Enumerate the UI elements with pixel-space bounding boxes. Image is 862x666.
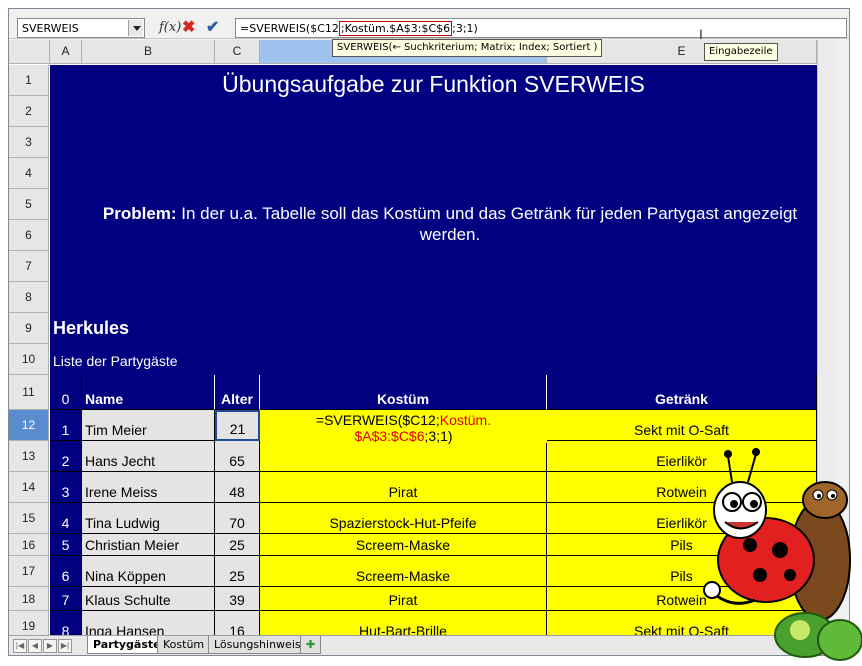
ladybug-mascot-icon xyxy=(703,448,862,661)
guest-costume-cell[interactable]: Screem-Maske xyxy=(260,556,547,587)
row-header[interactable]: 15 xyxy=(9,503,49,534)
row-header[interactable]: 5 xyxy=(9,189,49,220)
guest-name-cell[interactable]: Irene Meiss xyxy=(82,472,215,503)
edit-formula-part1: =SVERWEIS($C12; xyxy=(315,412,440,428)
guest-index-cell[interactable]: 8 xyxy=(50,611,82,635)
header-costume[interactable]: Kostüm xyxy=(260,375,547,410)
cell-editor[interactable]: =SVERWEIS($C12;Kostüm. $A$3:$C$6;3;1) xyxy=(260,410,547,444)
guest-costume-cell[interactable]: Pirat xyxy=(260,472,547,503)
problem-text: In der u.a. Tabelle soll das Kostüm und … xyxy=(176,204,798,244)
first-sheet-icon[interactable]: |◀ xyxy=(13,639,27,653)
prev-sheet-icon[interactable]: ◀ xyxy=(28,639,42,653)
row-header[interactable]: 13 xyxy=(9,441,49,472)
tab-kostuem[interactable]: Kostüm xyxy=(157,636,211,654)
guest-age-cell[interactable]: 48 xyxy=(215,472,260,503)
formula-text-prefix: =SVERWEIS($C12 xyxy=(240,22,339,35)
page-title: Übungsaufgabe zur Funktion SVERWEIS xyxy=(222,71,645,97)
guest-name-cell[interactable]: Nina Köppen xyxy=(82,556,215,587)
accept-icon[interactable]: ✔ xyxy=(206,20,219,36)
guest-costume-cell[interactable] xyxy=(260,441,547,472)
guest-age-cell[interactable]: 25 xyxy=(215,556,260,587)
row-header[interactable]: 6 xyxy=(9,220,49,251)
formula-range-highlight: ;Kostüm.$A$3:$C$6 xyxy=(338,21,453,36)
name-box-value: SVERWEIS xyxy=(22,22,79,35)
edit-formula-part2: Kostüm. xyxy=(439,412,492,428)
header-name[interactable]: Name xyxy=(82,375,215,410)
select-all-corner[interactable] xyxy=(9,40,50,64)
row-header-selected[interactable]: 12 xyxy=(9,410,49,441)
function-tooltip: SVERWEIS(← Suchkriterium; Matrix; Index;… xyxy=(332,39,603,57)
problem-label: Problem: xyxy=(102,204,177,223)
problem-statement: Problem: In der u.a. Tabelle soll das Ko… xyxy=(90,203,810,245)
header-index[interactable]: 0 xyxy=(50,375,82,410)
row-header[interactable]: 9 xyxy=(9,313,49,344)
name-box[interactable]: SVERWEIS xyxy=(17,18,145,38)
row-header[interactable]: 17 xyxy=(9,556,49,587)
guest-name-cell[interactable]: Inga Hansen xyxy=(82,611,215,635)
guest-age-cell[interactable]: 70 xyxy=(215,503,260,534)
edit-formula-part3: $A$3:$C$6 xyxy=(354,428,425,444)
formula-input[interactable]: =SVERWEIS($C12 ;Kostüm.$A$3:$C$6 ;3;1) xyxy=(235,18,847,38)
header-age[interactable]: Alter xyxy=(215,375,260,410)
column-header-b[interactable]: B xyxy=(82,40,215,64)
edit-formula-part4: ;3;1) xyxy=(424,428,453,444)
guest-name-cell[interactable]: Tina Ludwig xyxy=(82,503,215,534)
input-line-tooltip: Eingabezeile xyxy=(704,43,778,61)
guest-age-cell[interactable]: 25 xyxy=(215,534,260,556)
formula-text-suffix: ;3;1) xyxy=(452,22,478,35)
guest-drink-cell[interactable]: Sekt mit O-Saft xyxy=(547,410,817,441)
guest-index-cell[interactable]: 7 xyxy=(50,587,82,611)
section-subheading: Liste der Partygäste xyxy=(53,353,178,369)
row-header[interactable]: 11 xyxy=(9,375,49,410)
row-header[interactable]: 8 xyxy=(9,282,49,313)
guest-index-cell[interactable]: 3 xyxy=(50,472,82,503)
guest-age-cell[interactable]: 65 xyxy=(215,441,260,472)
row-header[interactable]: 1 xyxy=(9,65,49,96)
guest-age-cell[interactable]: 39 xyxy=(215,587,260,611)
function-wizard-icon[interactable]: f(x) xyxy=(159,20,181,36)
section-heading: Herkules xyxy=(53,318,130,338)
guest-index-cell[interactable]: 6 xyxy=(50,556,82,587)
guest-costume-cell[interactable]: Spazierstock-Hut-Pfeife xyxy=(260,503,547,534)
guest-index-cell[interactable]: 1 xyxy=(50,410,82,441)
header-drink[interactable]: Getränk xyxy=(547,375,817,410)
guest-age-cell[interactable]: 21 xyxy=(215,410,260,441)
column-header-a[interactable]: A xyxy=(50,40,82,64)
guest-index-cell[interactable]: 2 xyxy=(50,441,82,472)
guest-costume-cell[interactable]: Hut-Bart-Brille xyxy=(260,611,547,635)
guest-costume-cell[interactable]: Screem-Maske xyxy=(260,534,547,556)
guest-age-cell[interactable]: 16 xyxy=(215,611,260,635)
guest-name-cell[interactable]: Hans Jecht xyxy=(82,441,215,472)
chevron-down-icon[interactable] xyxy=(128,20,143,36)
tab-partygaeste[interactable]: Partygäste xyxy=(87,636,167,654)
last-sheet-icon[interactable]: ▶| xyxy=(58,639,72,653)
formula-bar: SVERWEIS f(x) ✖ ✔ =SVERWEIS($C12 ;Kostüm.… xyxy=(9,9,849,42)
next-sheet-icon[interactable]: ▶ xyxy=(43,639,57,653)
guest-name-cell[interactable]: Klaus Schulte xyxy=(82,587,215,611)
row-header[interactable]: 4 xyxy=(9,158,49,189)
guest-index-cell[interactable]: 5 xyxy=(50,534,82,556)
cancel-icon[interactable]: ✖ xyxy=(182,20,195,36)
tab-loesungshinweis[interactable]: Lösungshinweis xyxy=(208,636,307,654)
title-block: Übungsaufgabe zur Funktion SVERWEIS Prob… xyxy=(50,65,817,410)
column-header-c[interactable]: C xyxy=(215,40,260,64)
row-header[interactable]: 16 xyxy=(9,534,49,556)
row-header[interactable]: 19 xyxy=(9,611,49,635)
row-header[interactable]: 10 xyxy=(9,344,49,375)
row-header[interactable]: 18 xyxy=(9,587,49,611)
guest-index-cell[interactable]: 4 xyxy=(50,503,82,534)
guest-name-cell[interactable]: Tim Meier xyxy=(82,410,215,441)
guest-costume-cell[interactable]: Pirat xyxy=(260,587,547,611)
row-header[interactable]: 3 xyxy=(9,127,49,158)
sheet-grid[interactable]: A B C D E 1 2 3 4 5 6 7 8 9 10 11 12 13 … xyxy=(9,40,817,635)
row-header[interactable]: 2 xyxy=(9,96,49,127)
guest-name-cell[interactable]: Christian Meier xyxy=(82,534,215,556)
add-sheet-icon[interactable]: ✚ xyxy=(300,636,322,654)
row-header[interactable]: 7 xyxy=(9,251,49,282)
row-header[interactable]: 14 xyxy=(9,472,49,503)
